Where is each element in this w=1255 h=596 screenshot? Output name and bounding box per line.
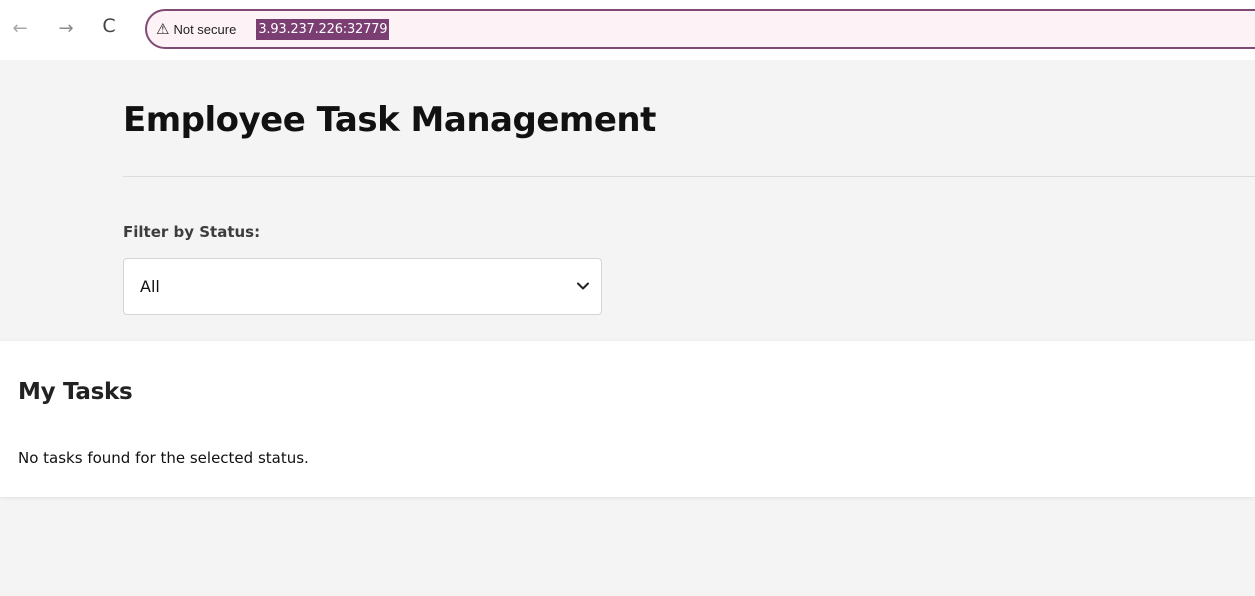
empty-tasks-message: No tasks found for the selected status. bbox=[18, 449, 309, 467]
chevron-down-icon bbox=[577, 279, 589, 294]
status-filter-select[interactable]: All bbox=[123, 258, 602, 315]
browser-toolbar: ← → C ⚠ Not secure 3.93.237.226:32779 bbox=[0, 0, 1255, 60]
warning-icon: ⚠ bbox=[156, 19, 170, 38]
title-divider bbox=[123, 176, 1255, 177]
tasks-heading: My Tasks bbox=[18, 379, 133, 405]
address-bar[interactable]: ⚠ Not secure 3.93.237.226:32779 bbox=[145, 9, 1255, 49]
back-arrow-icon[interactable]: ← bbox=[8, 16, 32, 40]
status-filter-value: All bbox=[140, 277, 160, 296]
url-text[interactable]: 3.93.237.226:32779 bbox=[256, 18, 390, 40]
tasks-card: My Tasks No tasks found for the selected… bbox=[0, 341, 1255, 497]
page-title: Employee Task Management bbox=[123, 100, 656, 140]
security-indicator[interactable]: ⚠ Not secure bbox=[156, 15, 236, 43]
security-label: Not secure bbox=[173, 21, 237, 37]
filter-label: Filter by Status: bbox=[123, 223, 261, 241]
filter-section: Employee Task Management Filter by Statu… bbox=[0, 60, 1255, 336]
reload-icon[interactable]: C bbox=[97, 14, 121, 38]
chevron-down-svg bbox=[577, 282, 589, 290]
forward-arrow-icon[interactable]: → bbox=[54, 16, 78, 40]
